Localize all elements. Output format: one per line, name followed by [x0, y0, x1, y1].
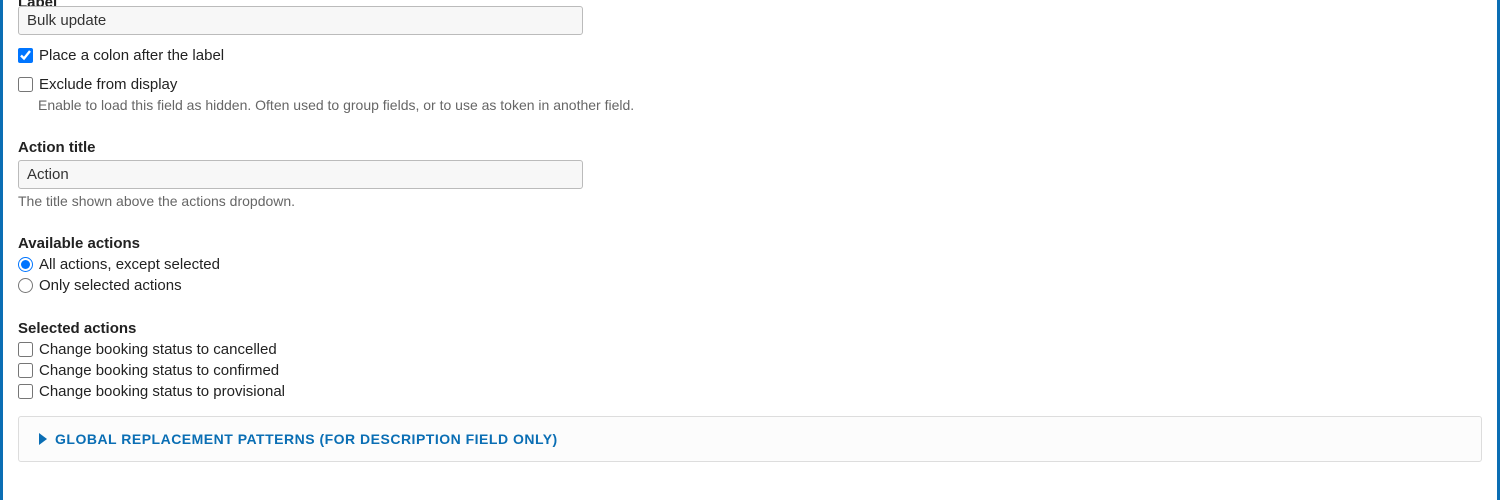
available-actions-radio-only-selected[interactable]	[18, 278, 33, 293]
label-field-group: Label	[18, 0, 1482, 35]
action-title-group: Action title The title shown above the a…	[18, 139, 1482, 209]
expand-icon	[39, 433, 47, 445]
exclude-description: Enable to load this field as hidden. Oft…	[38, 97, 1482, 113]
exclude-checkbox-group: Exclude from display Enable to load this…	[18, 76, 1482, 113]
available-actions-radio-all-except[interactable]	[18, 257, 33, 272]
selected-action-checkbox-cancelled[interactable]	[18, 342, 33, 357]
selected-action-label-confirmed[interactable]: Change booking status to confirmed	[39, 362, 279, 379]
exclude-checkbox[interactable]	[18, 77, 33, 92]
global-replacement-patterns-details[interactable]: GLOBAL REPLACEMENT PATTERNS (FOR DESCRIP…	[18, 416, 1482, 462]
selected-action-checkbox-confirmed[interactable]	[18, 363, 33, 378]
action-title-heading: Action title	[18, 139, 1482, 156]
available-actions-group: Available actions All actions, except se…	[18, 235, 1482, 294]
exclude-checkbox-label[interactable]: Exclude from display	[39, 76, 177, 93]
selected-actions-heading: Selected actions	[18, 320, 1482, 337]
colon-checkbox-group: Place a colon after the label	[18, 47, 1482, 64]
action-title-help: The title shown above the actions dropdo…	[18, 193, 1482, 209]
colon-checkbox[interactable]	[18, 48, 33, 63]
selected-actions-group: Selected actions Change booking status t…	[18, 320, 1482, 400]
selected-action-label-cancelled[interactable]: Change booking status to cancelled	[39, 341, 277, 358]
details-title: GLOBAL REPLACEMENT PATTERNS (FOR DESCRIP…	[55, 431, 558, 447]
available-actions-label-all-except[interactable]: All actions, except selected	[39, 256, 220, 273]
action-title-input[interactable]	[18, 160, 583, 189]
available-actions-heading: Available actions	[18, 235, 1482, 252]
colon-checkbox-label[interactable]: Place a colon after the label	[39, 47, 224, 64]
selected-action-label-provisional[interactable]: Change booking status to provisional	[39, 383, 285, 400]
available-actions-label-only-selected[interactable]: Only selected actions	[39, 277, 182, 294]
label-input[interactable]	[18, 6, 583, 35]
selected-action-checkbox-provisional[interactable]	[18, 384, 33, 399]
